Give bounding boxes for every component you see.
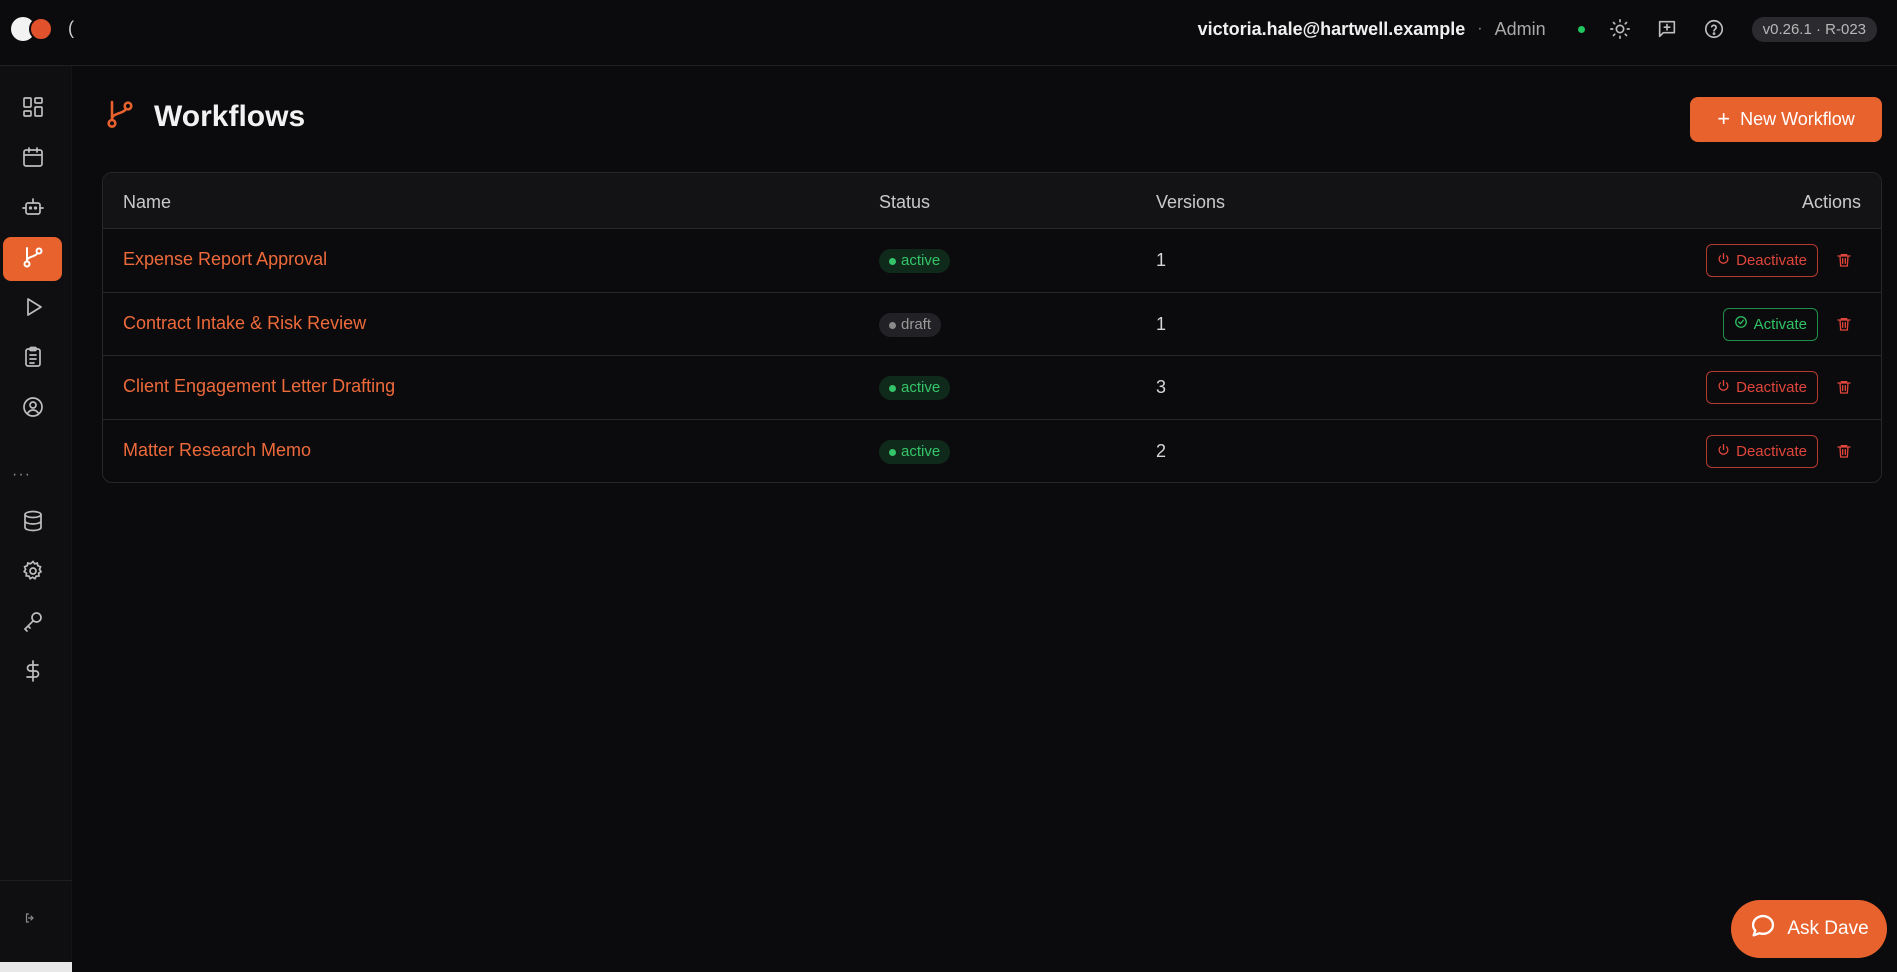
robot-icon: [21, 195, 45, 224]
delete-icon[interactable]: [1836, 315, 1854, 335]
version-badge: v0.26.1 · R-023: [1751, 16, 1877, 42]
table-row: Expense Report Approval active 1 Deactiv…: [103, 229, 1881, 293]
sidebar-item-dashboard[interactable]: [3, 87, 62, 131]
version-count: 1: [1156, 250, 1167, 270]
activate-button[interactable]: Activate: [1722, 307, 1818, 341]
sidebar-item-agents[interactable]: [3, 187, 62, 231]
ask-dave-button[interactable]: Ask Dave: [1731, 900, 1887, 958]
dollar-icon: [21, 659, 45, 688]
column-header-actions: Actions: [1801, 192, 1861, 212]
top-right-group: victoria.hale@hartwell.example · Admin v…: [1198, 0, 1877, 58]
sidebar-item-calendar[interactable]: [3, 137, 62, 181]
feedback-icon[interactable]: [1655, 17, 1679, 41]
delete-icon[interactable]: [1836, 378, 1854, 398]
sidebar-item-runs[interactable]: [3, 287, 62, 331]
column-header-name[interactable]: Name: [123, 192, 171, 213]
help-icon[interactable]: [1702, 17, 1726, 41]
workflow-icon: [21, 245, 45, 274]
ask-dave-label: Ask Dave: [1787, 918, 1869, 939]
separator: ·: [1477, 20, 1483, 37]
action-label: Activate: [1753, 315, 1807, 333]
logout-icon[interactable]: [24, 912, 36, 927]
deactivate-button[interactable]: Deactivate: [1706, 434, 1818, 468]
column-header-versions[interactable]: Versions: [1156, 192, 1225, 213]
chat-bubble-icon: [1749, 912, 1777, 946]
status-badge: active: [879, 249, 951, 273]
version-count: 1: [1156, 313, 1167, 334]
sidebar-item-tasks[interactable]: [3, 337, 62, 381]
dashboard-icon: [21, 95, 45, 124]
action-label: Deactivate: [1736, 442, 1807, 460]
top-bar: ( victoria.hale@hartwell.example · Admin…: [0, 0, 1897, 66]
database-icon: [21, 509, 45, 538]
sidebar-item-data[interactable]: [3, 501, 62, 545]
version-count: 2: [1156, 440, 1167, 461]
column-header-status[interactable]: Status: [879, 192, 930, 213]
clipboard-icon: [21, 345, 45, 374]
action-label: Deactivate: [1736, 252, 1807, 269]
table-header: Name Status Versions Actions: [103, 173, 1881, 229]
corner-thumbnail: [0, 962, 72, 972]
workflow-icon: [104, 98, 136, 135]
table-row: Matter Research Memo active 2 Deactivate: [103, 420, 1881, 483]
power-icon: [1717, 252, 1730, 269]
workflow-name-link[interactable]: Matter Research Memo: [123, 440, 311, 461]
delete-icon[interactable]: [1836, 442, 1854, 462]
sidebar-item-profile[interactable]: [3, 387, 62, 431]
status-badge: draft: [879, 312, 942, 337]
online-status-dot: [1577, 25, 1585, 33]
user-role: Admin: [1494, 18, 1546, 39]
version-count: 3: [1156, 377, 1167, 397]
page-title: Workflows: [154, 99, 306, 133]
workflow-name-link[interactable]: Client Engagement Letter Drafting: [123, 376, 395, 397]
sidebar-divider: [0, 880, 72, 881]
app-logo[interactable]: [11, 17, 53, 41]
deactivate-button[interactable]: Deactivate: [1706, 244, 1818, 277]
sidebar-item-api-keys[interactable]: [3, 601, 62, 645]
calendar-icon: [21, 145, 45, 174]
user-circle-icon: [21, 395, 45, 424]
gear-icon: [21, 559, 45, 588]
logo-suffix: (: [68, 18, 74, 38]
sidebar-item-workflows[interactable]: [3, 237, 62, 281]
plus-icon: +: [1717, 105, 1731, 131]
user-email: victoria.hale@hartwell.example: [1197, 18, 1466, 39]
power-icon: [1717, 379, 1730, 396]
workflows-table: Name Status Versions Actions Expense Rep…: [102, 172, 1882, 483]
power-icon: [1717, 443, 1730, 460]
workflow-name-link[interactable]: Contract Intake & Risk Review: [123, 313, 366, 334]
table-row: Contract Intake & Risk Review draft 1 Ac…: [103, 293, 1881, 356]
workflow-name-link[interactable]: Expense Report Approval: [123, 249, 327, 270]
status-badge: active: [879, 439, 951, 464]
sidebar-item-settings[interactable]: [3, 551, 62, 595]
sidebar: ···: [0, 66, 72, 972]
deactivate-button[interactable]: Deactivate: [1706, 371, 1818, 404]
page-header: Workflows: [104, 98, 305, 135]
new-workflow-label: New Workflow: [1740, 109, 1855, 129]
table-row: Client Engagement Letter Drafting active…: [103, 356, 1881, 420]
action-label: Deactivate: [1736, 379, 1807, 396]
play-icon: [21, 295, 45, 324]
sidebar-item-billing[interactable]: [3, 651, 62, 695]
delete-icon[interactable]: [1836, 251, 1854, 271]
sidebar-more: ···: [12, 466, 31, 483]
status-badge: active: [879, 376, 951, 400]
logo-circle-accent: [29, 17, 53, 41]
new-workflow-button[interactable]: + New Workflow: [1690, 97, 1882, 142]
theme-toggle-icon[interactable]: [1608, 17, 1632, 41]
check-circle-icon: [1734, 315, 1748, 333]
key-icon: [21, 609, 45, 638]
